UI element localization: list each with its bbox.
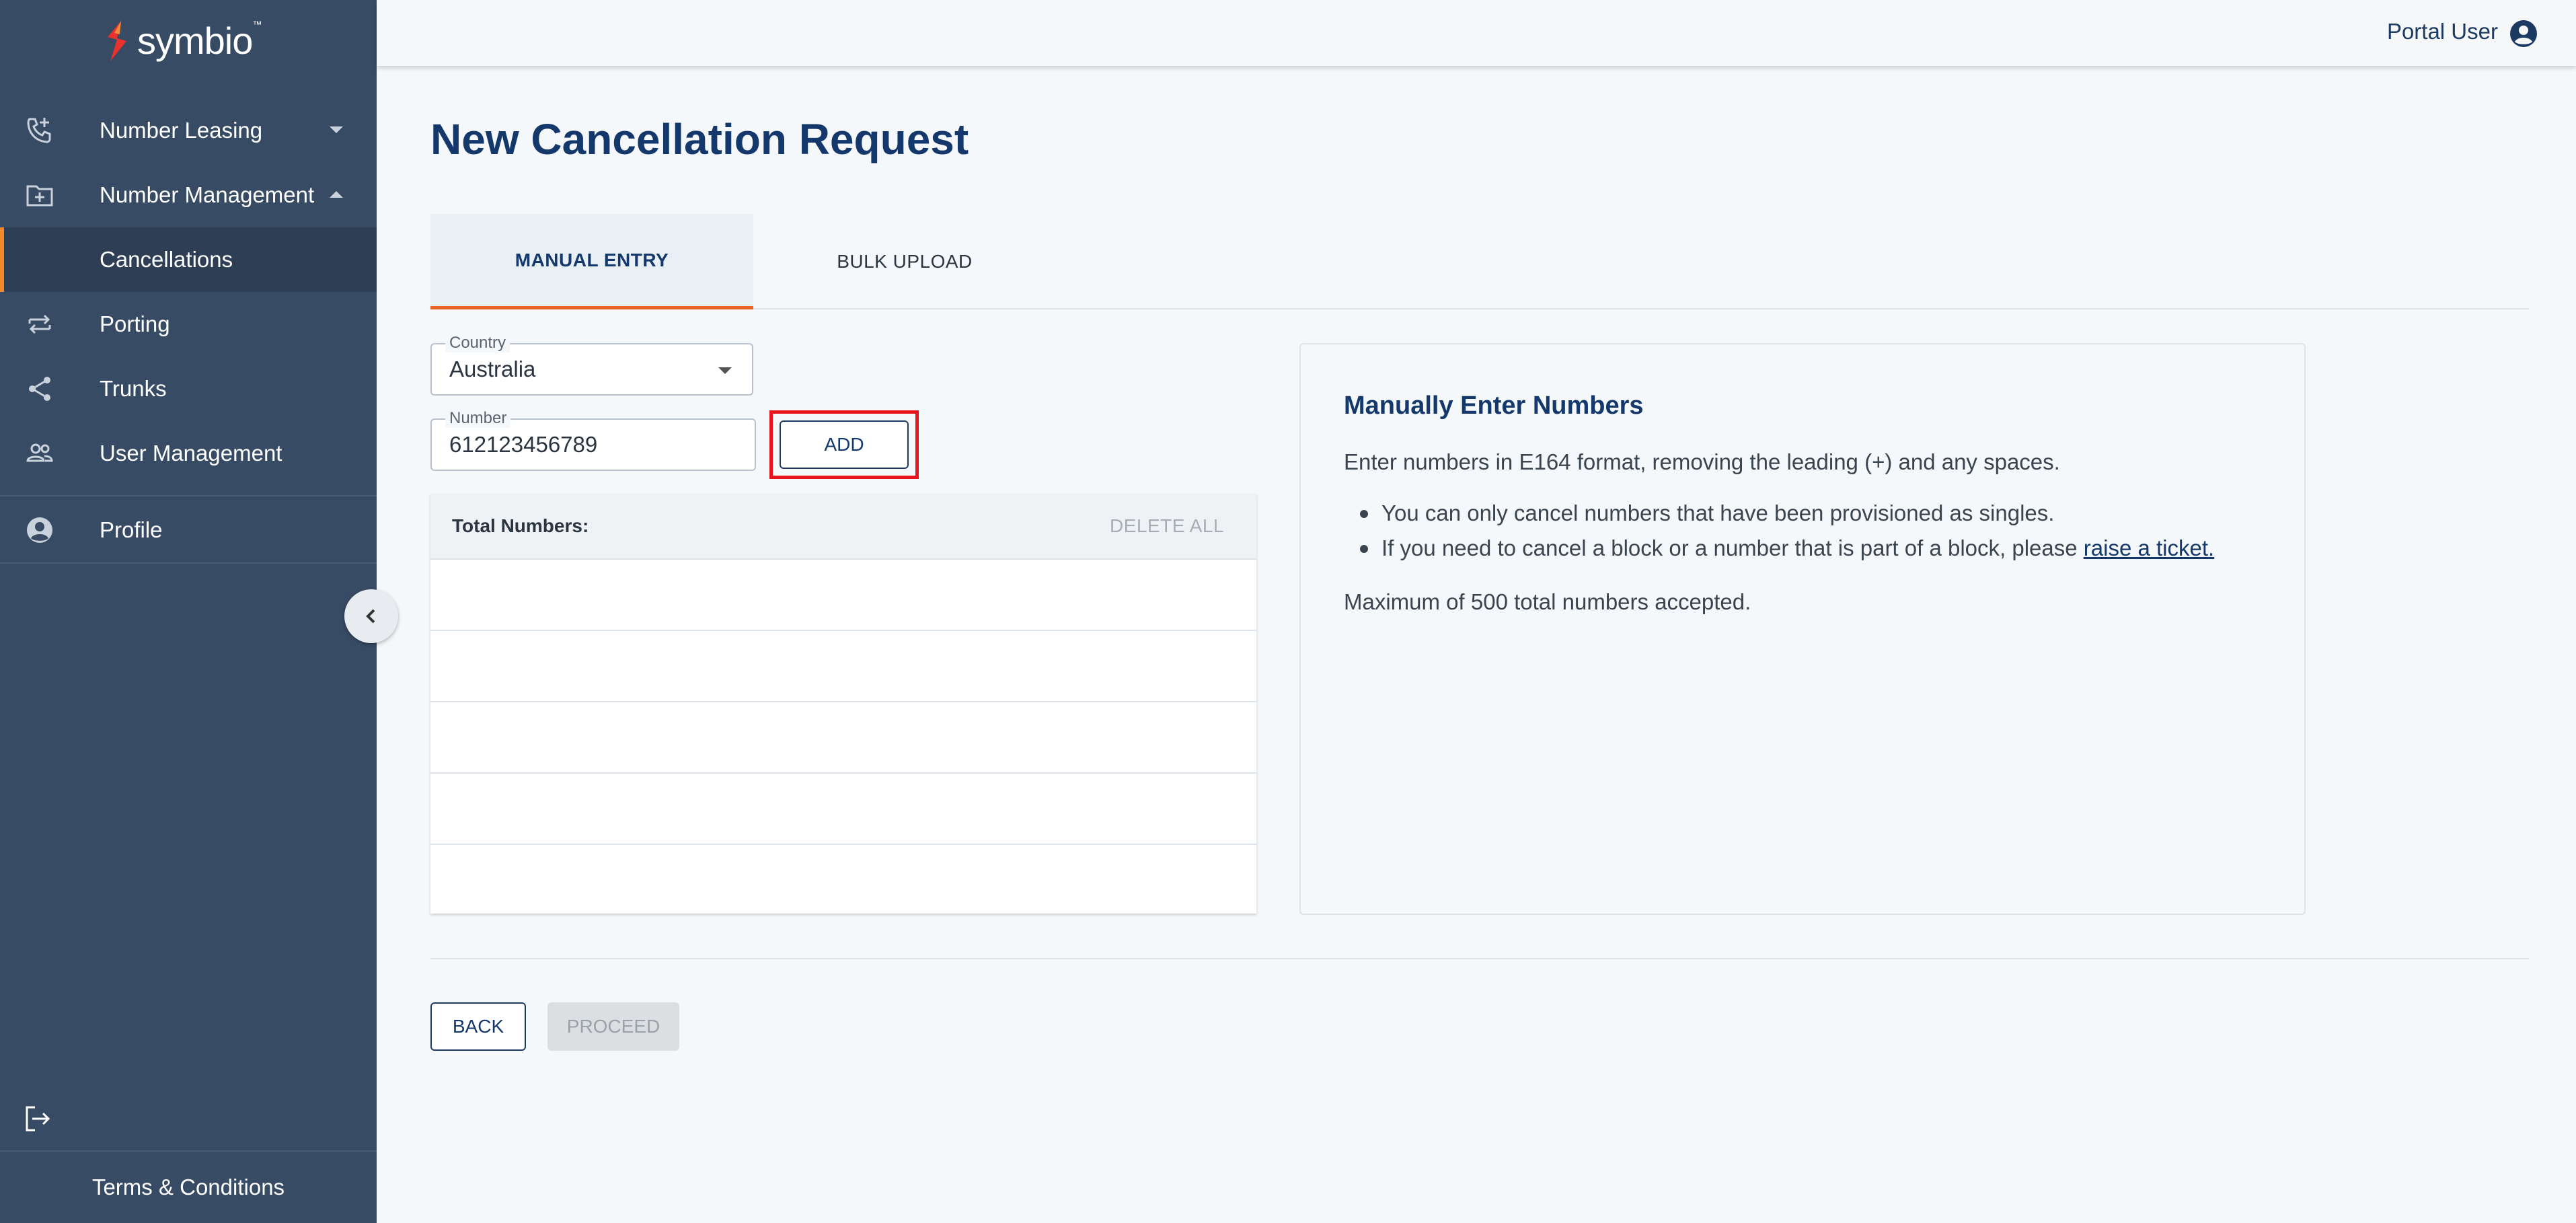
proceed-label: PROCEED	[566, 1016, 660, 1037]
sidebar-item-label: Number Leasing	[100, 118, 263, 143]
number-label: Number	[445, 409, 511, 428]
sidebar-divider	[0, 495, 377, 496]
collapse-sidebar-button[interactable]	[344, 589, 398, 643]
folder-add-icon	[26, 185, 53, 207]
tab-label: BULK UPLOAD	[837, 251, 973, 272]
sidebar-item-label: Porting	[100, 311, 170, 336]
list-item-text: If you need to cancel a block or a numbe…	[1381, 535, 2084, 560]
info-panel: Manually Enter Numbers Enter numbers in …	[1299, 343, 2306, 915]
number-input[interactable]: Number 612123456789	[430, 409, 756, 471]
sidebar-item-label: Number Management	[100, 182, 315, 207]
country-select[interactable]: Country Australia	[430, 334, 753, 396]
add-button[interactable]: ADD	[780, 420, 909, 469]
sidebar-item-number-leasing[interactable]: Number Leasing	[0, 98, 377, 163]
tab-bar: MANUAL ENTRY BULK UPLOAD	[430, 214, 2529, 309]
tab-bulk-upload[interactable]: BULK UPLOAD	[753, 214, 1056, 309]
country-label: Country	[445, 334, 510, 353]
info-list: You can only cancel numbers that have be…	[1355, 501, 2214, 570]
tab-label: MANUAL ENTRY	[515, 249, 669, 270]
sidebar-item-label: Cancellations	[100, 247, 233, 272]
delete-all-button[interactable]: DELETE ALL	[1110, 515, 1224, 537]
chevron-down-icon	[330, 126, 343, 133]
sidebar-item-cancellations[interactable]: Cancellations	[0, 227, 377, 292]
terms-and-conditions-link[interactable]: Terms & Conditions	[0, 1150, 377, 1223]
chevron-left-icon	[366, 609, 375, 624]
logo-text: symbio™	[137, 19, 262, 62]
sidebar-item-number-management[interactable]: Number Management	[0, 163, 377, 227]
sidebar: symbio™ Number Leasing Number Management…	[0, 0, 377, 1223]
table-row	[430, 631, 1256, 702]
sidebar-item-label: Trunks	[100, 376, 167, 401]
user-name[interactable]: Portal User	[2387, 19, 2498, 44]
account-circle-icon[interactable]	[2509, 19, 2538, 48]
add-label: ADD	[824, 434, 864, 455]
chevron-up-icon	[330, 191, 343, 198]
logout-icon[interactable]	[22, 1103, 52, 1134]
sidebar-item-user-management[interactable]: User Management	[0, 421, 377, 486]
add-button-highlight: ADD	[769, 410, 919, 479]
page-title: New Cancellation Request	[430, 115, 969, 163]
sidebar-divider	[0, 562, 377, 564]
proceed-button[interactable]: PROCEED	[547, 1002, 679, 1051]
sidebar-item-label: Profile	[100, 517, 163, 542]
share-nodes-icon	[29, 377, 50, 401]
symbio-logo[interactable]: symbio™	[101, 19, 262, 63]
back-label: BACK	[452, 1016, 504, 1037]
table-row	[430, 845, 1256, 916]
total-numbers-label: Total Numbers:	[452, 515, 589, 536]
info-intro: Enter numbers in E164 format, removing t…	[1344, 449, 2060, 474]
sidebar-item-trunks[interactable]: Trunks	[0, 357, 377, 421]
info-title: Manually Enter Numbers	[1344, 392, 1644, 420]
number-value: 612123456789	[449, 432, 598, 457]
users-icon	[26, 443, 53, 462]
tab-manual-entry[interactable]: MANUAL ENTRY	[430, 214, 753, 309]
sidebar-item-label: User Management	[100, 441, 282, 466]
phone-add-icon	[27, 118, 51, 143]
dropdown-arrow-icon	[718, 367, 732, 374]
swap-arrows-icon	[28, 314, 51, 334]
sidebar-item-porting[interactable]: Porting	[0, 292, 377, 357]
terms-label: Terms & Conditions	[91, 1175, 285, 1199]
top-bar: Portal User	[377, 0, 2576, 66]
table-row	[430, 774, 1256, 845]
numbers-table: Total Numbers: DELETE ALL	[430, 494, 1256, 914]
sidebar-item-profile[interactable]: Profile	[0, 498, 377, 562]
info-max: Maximum of 500 total numbers accepted.	[1344, 589, 1751, 614]
list-item: If you need to cancel a block or a numbe…	[1355, 535, 2214, 561]
back-button[interactable]: BACK	[430, 1002, 526, 1051]
list-item: You can only cancel numbers that have be…	[1355, 501, 2214, 526]
divider	[430, 958, 2529, 959]
table-row	[430, 560, 1256, 631]
account-circle-icon	[27, 517, 52, 543]
raise-ticket-link[interactable]: raise a ticket.	[2084, 535, 2214, 560]
country-value: Australia	[449, 357, 536, 381]
table-row	[430, 702, 1256, 774]
symbio-logo-icon	[108, 20, 126, 61]
numbers-table-header: Total Numbers: DELETE ALL	[430, 494, 1256, 560]
